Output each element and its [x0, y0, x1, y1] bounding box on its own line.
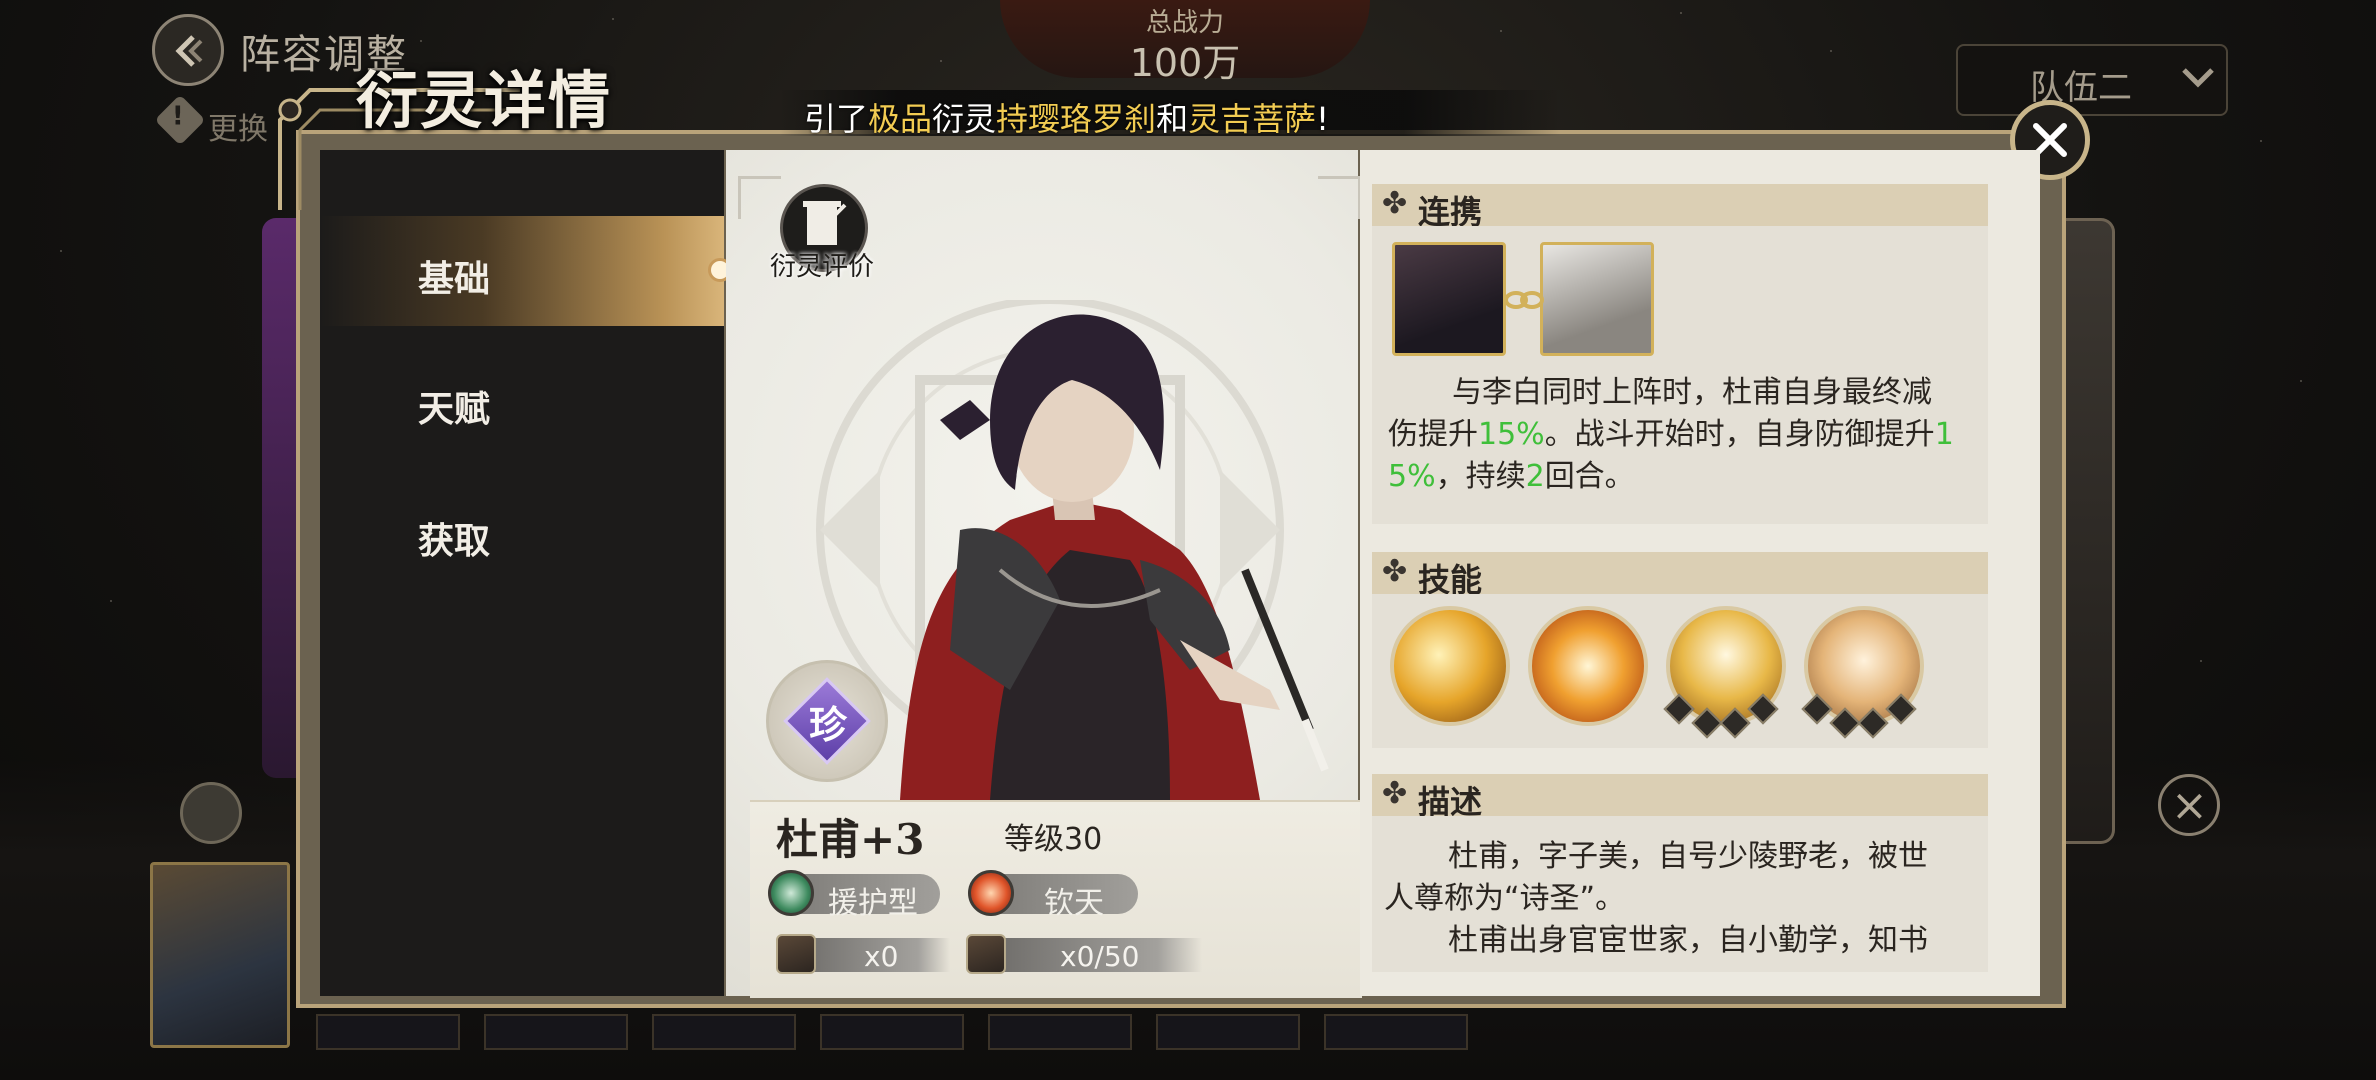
- link-section-header: ✤ 连携: [1372, 184, 1988, 231]
- link-text-line-1: 与李白同时上阵时，杜甫自身最终减: [1452, 375, 1932, 410]
- team-slot-portrait[interactable]: [150, 862, 290, 1048]
- skill-2-icon[interactable]: [1528, 606, 1648, 726]
- evaluation-label: 衍灵评价: [770, 252, 875, 282]
- support-type-icon: [768, 870, 814, 916]
- description-line-1: 杜甫，字子美，自号少陵野老，被世: [1448, 839, 1928, 874]
- shard-count: x0: [864, 940, 899, 973]
- description-line-3: 杜甫出身官宦世家，自小勤学，知书: [1448, 923, 1928, 958]
- link-text-line-3: 5%，持续2回合。: [1388, 459, 1635, 494]
- team-slot[interactable]: [652, 1014, 796, 1050]
- flower-icon: ✤: [1382, 186, 1408, 221]
- character-name: 杜甫+3: [776, 815, 925, 864]
- link-partner-dufu-avatar[interactable]: [1392, 242, 1506, 356]
- team-slot[interactable]: [820, 1014, 964, 1050]
- background-close-icon[interactable]: ×: [2158, 774, 2220, 836]
- frame-corner: [738, 176, 781, 219]
- link-partner-libai-avatar[interactable]: [1540, 242, 1654, 356]
- team-slot[interactable]: [484, 1014, 628, 1050]
- detail-sidebar: 基础 天赋 获取: [320, 150, 724, 996]
- description-section-header: ✤ 描述: [1372, 774, 1988, 821]
- skills-section-header: ✤ 技能: [1372, 552, 1988, 599]
- ticker-text: 引了极品衍灵持璎珞罗刹和灵吉菩萨!: [804, 100, 1329, 138]
- character-illustration: [900, 314, 1329, 800]
- character-level: 等级30: [1004, 822, 1103, 857]
- team-slot[interactable]: [1156, 1014, 1300, 1050]
- chain-link-icon: [1504, 291, 1544, 309]
- modal-title: 衍灵详情: [356, 64, 613, 137]
- warning-icon: !: [154, 94, 206, 146]
- warning-text: 更换: [208, 112, 268, 147]
- tab-obtain-label: 获取: [418, 521, 491, 562]
- back-arrow-icon: [175, 35, 203, 67]
- tab-talent-label: 天赋: [418, 389, 491, 430]
- tab-basic-label: 基础: [418, 259, 491, 300]
- team-slot[interactable]: [1324, 1014, 1468, 1050]
- flower-icon: ✤: [1382, 554, 1408, 589]
- faction-tag-label: 钦天: [1044, 886, 1104, 921]
- rarity-label: 珍: [808, 703, 847, 747]
- back-button[interactable]: [152, 14, 224, 86]
- soul-count-bar: x0/50: [982, 938, 1202, 973]
- tab-obtain[interactable]: 获取: [320, 478, 724, 588]
- faction-icon: [968, 870, 1014, 916]
- frame-corner: [1318, 176, 1361, 219]
- team-slot[interactable]: [316, 1014, 460, 1050]
- link-text-line-2: 伤提升15%。战斗开始时，自身防御提升1: [1388, 417, 1954, 452]
- description-section-body[interactable]: 杜甫，字子美，自号少陵野老，被世 人尊称为“诗圣”。 杜甫出身官宦世家，自小勤学…: [1372, 816, 1988, 972]
- team-slot[interactable]: [988, 1014, 1132, 1050]
- tab-talent[interactable]: 天赋: [320, 346, 724, 456]
- formation-icon[interactable]: [180, 782, 242, 844]
- flower-icon: ✤: [1382, 776, 1408, 811]
- soul-count: x0/50: [1060, 940, 1140, 973]
- role-tag-label: 援护型: [828, 886, 918, 921]
- power-value: 100万: [1129, 41, 1241, 85]
- skill-1-icon[interactable]: [1390, 606, 1510, 726]
- tab-basic[interactable]: 基础: [320, 216, 724, 326]
- description-line-2: 人尊称为“诗圣”。: [1384, 881, 1626, 916]
- shard-avatar-icon: [776, 934, 816, 974]
- soul-avatar-icon: [966, 934, 1006, 974]
- chevron-down-icon[interactable]: [2180, 66, 2216, 90]
